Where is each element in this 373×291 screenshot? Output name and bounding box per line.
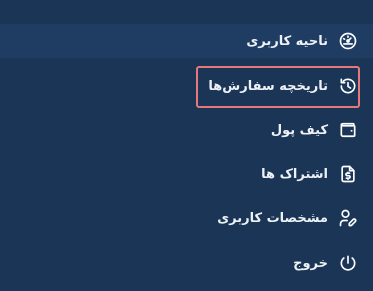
subscription-receipt-icon (337, 163, 359, 185)
power-logout-icon (337, 252, 359, 274)
menu-item-subscriptions[interactable]: اشتراک ها (261, 162, 359, 186)
dashboard-gauge-icon (337, 30, 359, 52)
menu-item-label: خروج (293, 255, 328, 271)
wallet-icon (337, 119, 359, 141)
user-sidebar-menu: ناحیه کاربری تاریخچه سفارش‌ها کیف پول (0, 0, 373, 291)
menu-item-label: کیف پول (270, 122, 328, 138)
menu-item-label: مشخصات کاربری (217, 210, 328, 226)
menu-item-user-profile[interactable]: مشخصات کاربری (217, 206, 359, 230)
menu-item-label: تاریخچه سفارش‌ها (208, 78, 328, 94)
history-clock-icon (337, 75, 359, 97)
menu-item-wallet[interactable]: کیف پول (271, 118, 359, 142)
menu-item-label: اشتراک ها (261, 166, 328, 182)
menu-item-user-area[interactable]: ناحیه کاربری (246, 29, 359, 53)
menu-item-label: ناحیه کاربری (246, 33, 328, 49)
user-edit-icon (337, 207, 359, 229)
menu-item-order-history[interactable]: تاریخچه سفارش‌ها (208, 74, 359, 98)
menu-item-logout[interactable]: خروج (293, 251, 359, 275)
